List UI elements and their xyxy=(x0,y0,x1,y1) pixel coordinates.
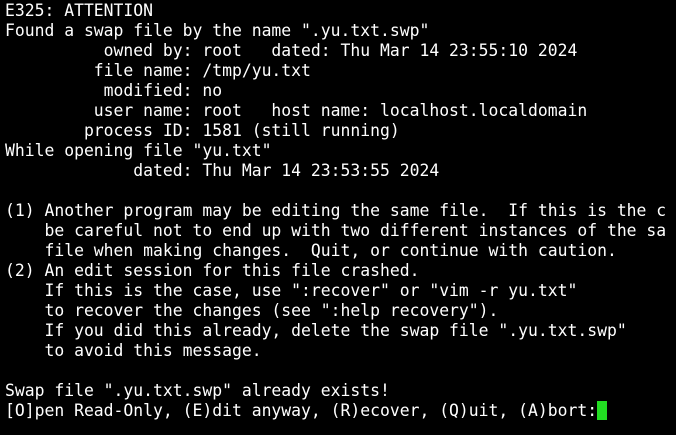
terminal-line: Swap file ".yu.txt.swp" already exists! xyxy=(5,381,390,400)
terminal-line: be careful not to end up with two differ… xyxy=(5,221,667,240)
prompt-line[interactable]: [O]pen Read-Only, (E)dit anyway, (R)ecov… xyxy=(5,401,676,421)
terminal-line: owned by: root dated: Thu Mar 14 23:55:1… xyxy=(5,41,578,60)
terminal-line: file name: /tmp/yu.txt xyxy=(5,61,311,80)
terminal-line: user name: root host name: localhost.loc… xyxy=(5,101,588,120)
terminal-line: to avoid this message. xyxy=(5,341,262,360)
terminal-line: (2) An edit session for this file crashe… xyxy=(5,261,420,280)
terminal-line: If you did this already, delete the swap… xyxy=(5,321,627,340)
terminal-line: file when making changes. Quit, or conti… xyxy=(5,241,617,260)
terminal-line: to recover the changes (see ":help recov… xyxy=(5,301,499,320)
terminal-line: dated: Thu Mar 14 23:53:55 2024 xyxy=(5,161,440,180)
terminal-window[interactable]: E325: ATTENTION Found a swap file by the… xyxy=(0,0,676,435)
terminal-line: If this is the case, use ":recover" or "… xyxy=(5,281,578,300)
terminal-line: modified: no xyxy=(5,81,223,100)
text-cursor[interactable] xyxy=(597,401,608,420)
terminal-line: While opening file "yu.txt" xyxy=(5,141,272,160)
terminal-line: E325: ATTENTION xyxy=(5,1,154,20)
terminal-line: process ID: 1581 (still running) xyxy=(5,121,400,140)
terminal-line: (1) Another program may be editing the s… xyxy=(5,201,667,220)
swap-file-prompt: [O]pen Read-Only, (E)dit anyway, (R)ecov… xyxy=(5,401,598,420)
terminal-line: Found a swap file by the name ".yu.txt.s… xyxy=(5,21,430,40)
